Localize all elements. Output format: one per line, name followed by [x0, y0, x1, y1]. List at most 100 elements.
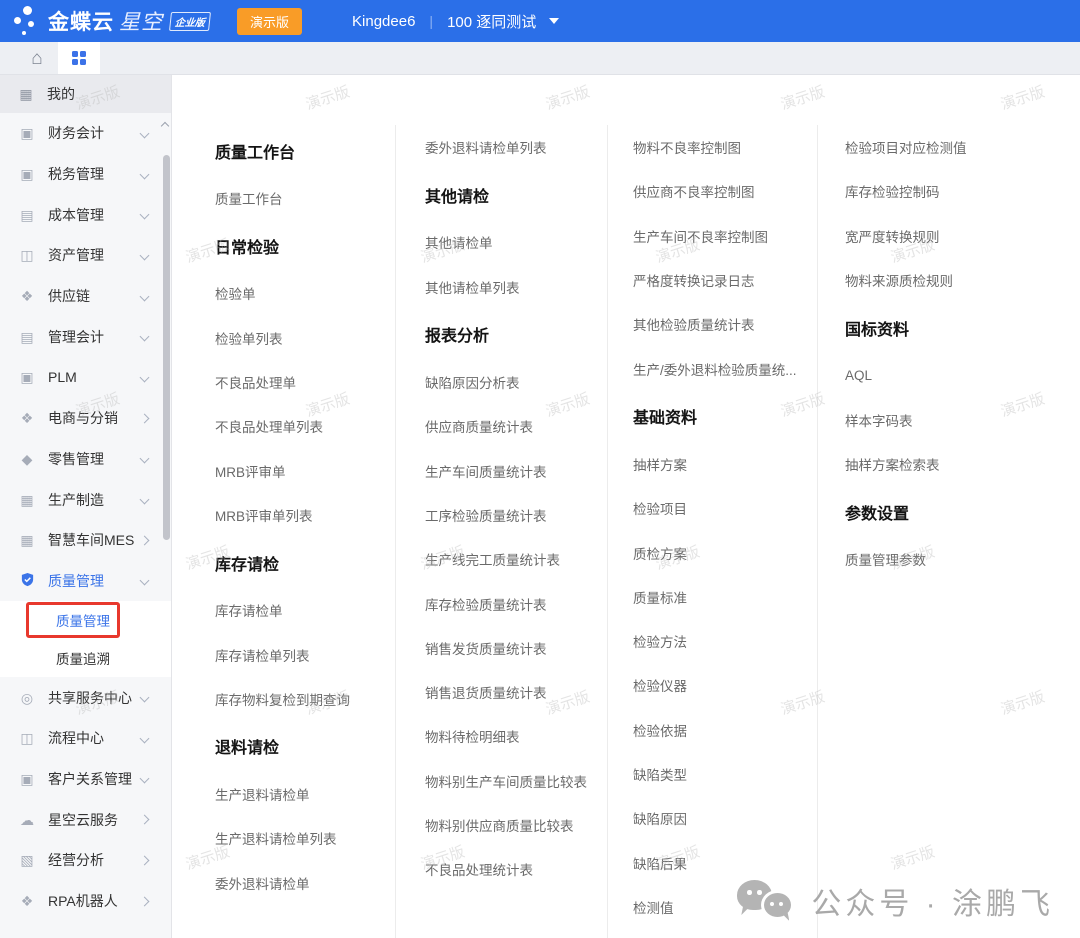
- sidebar-item-cost-management[interactable]: ▤成本管理: [0, 194, 171, 235]
- menu-item[interactable]: 生产线完工质量统计表: [425, 537, 607, 581]
- menu-item[interactable]: 质量标准: [633, 575, 817, 619]
- sidebar-item-supply-chain[interactable]: ❖供应链: [0, 276, 171, 317]
- sidebar-subitem-quality-management-sub[interactable]: 质量管理: [0, 601, 171, 639]
- menu-item[interactable]: 检验项目对应检测值: [845, 125, 1080, 169]
- sidebar-item-asset-management[interactable]: ◫资产管理: [0, 235, 171, 276]
- menu-item[interactable]: 不良品处理单: [215, 360, 395, 404]
- menu-item[interactable]: 物料待检明细表: [425, 714, 607, 758]
- menu-item[interactable]: 质检方案: [633, 530, 817, 574]
- chevron-down-icon: [140, 693, 150, 703]
- menu-item[interactable]: 检验单列表: [215, 316, 395, 360]
- tab-home[interactable]: ⌂: [16, 42, 58, 74]
- home-icon: ⌂: [31, 49, 42, 68]
- chevron-right-icon: [140, 535, 150, 545]
- organization-selector[interactable]: 100 逐同测试: [447, 11, 536, 32]
- menu-item[interactable]: 库存检验质量统计表: [425, 581, 607, 625]
- sidebar-item-shared-service-center[interactable]: ◎共享服务中心: [0, 677, 171, 718]
- rpa-robot-icon: ❖: [19, 894, 35, 908]
- tab-all-menus[interactable]: [58, 42, 100, 74]
- menu-item[interactable]: 质量管理参数: [845, 537, 1080, 581]
- menu-item[interactable]: 委外退料请检单: [215, 861, 395, 905]
- menu-item[interactable]: 不良品处理统计表: [425, 847, 607, 891]
- sidebar-item-my[interactable]: ▦ 我的: [0, 75, 171, 113]
- menu-item[interactable]: 样本字码表: [845, 397, 1080, 441]
- menu-item[interactable]: 库存请检单: [215, 588, 395, 632]
- sidebar-item-process-center[interactable]: ◫流程中心: [0, 718, 171, 759]
- menu-item[interactable]: 检验依据: [633, 708, 817, 752]
- menu-item[interactable]: 供应商不良率控制图: [633, 169, 817, 213]
- menu-item[interactable]: 检验方法: [633, 619, 817, 663]
- menu-item[interactable]: 供应商质量统计表: [425, 404, 607, 448]
- top-bar: 金蝶云 星空 企业版 演示版 Kingdee6 | 100 逐同测试: [0, 0, 1080, 42]
- sidebar-item-label: 管理会计: [48, 327, 141, 347]
- menu-item[interactable]: 物料来源质检规则: [845, 258, 1080, 302]
- menu-item[interactable]: 缺陷类型: [633, 752, 817, 796]
- logo-text-bold: 金蝶云: [48, 6, 114, 36]
- sidebar-item-production-manufacturing[interactable]: ▦生产制造: [0, 479, 171, 520]
- menu-item[interactable]: 缺陷原因分析表: [425, 360, 607, 404]
- menu-group-header: 参数设置: [845, 486, 1080, 537]
- menu-item[interactable]: 抽样方案检索表: [845, 442, 1080, 486]
- sidebar-item-tax-management[interactable]: ▣税务管理: [0, 154, 171, 195]
- menu-item[interactable]: 生产退料请检单列表: [215, 816, 395, 860]
- menu-item[interactable]: 生产车间质量统计表: [425, 448, 607, 492]
- sidebar-item-label: 成本管理: [48, 205, 141, 225]
- menu-item[interactable]: 物料别供应商质量比较表: [425, 803, 607, 847]
- menu-item[interactable]: 工序检验质量统计表: [425, 493, 607, 537]
- sidebar-item-rpa-robot[interactable]: ❖RPA机器人: [0, 881, 171, 922]
- sidebar-item-label: 我的: [47, 84, 171, 104]
- sidebar-item-label: 共享服务中心: [48, 688, 141, 708]
- menu-item[interactable]: 委外退料请检单列表: [425, 125, 607, 169]
- menu-item[interactable]: 缺陷原因: [633, 796, 817, 840]
- menu-item[interactable]: 生产车间不良率控制图: [633, 214, 817, 258]
- sidebar-item-plm[interactable]: ▣PLM: [0, 357, 171, 398]
- chevron-down-icon[interactable]: [549, 18, 559, 24]
- menu-item[interactable]: 缺陷后果: [633, 840, 817, 884]
- menu-item[interactable]: 库存物料复检到期查询: [215, 677, 395, 721]
- menu-item[interactable]: AQL: [845, 353, 1080, 397]
- menu-item[interactable]: 销售发货质量统计表: [425, 626, 607, 670]
- sidebar-item-ecommerce-distribution[interactable]: ❖电商与分销: [0, 398, 171, 439]
- sidebar-item-retail-management[interactable]: ◆零售管理: [0, 439, 171, 480]
- sidebar-subitem-label: 质量管理: [56, 610, 171, 630]
- menu-item[interactable]: 检测值: [633, 885, 817, 929]
- menu-item[interactable]: 其他请检单列表: [425, 265, 607, 309]
- sidebar-item-crm[interactable]: ▣客户关系管理: [0, 759, 171, 800]
- menu-item[interactable]: 抽样方案: [633, 442, 817, 486]
- sidebar-subitem-quality-trace[interactable]: 质量追溯: [0, 639, 171, 677]
- menu-item[interactable]: 严格度转换记录日志: [633, 258, 817, 302]
- tax-doc-icon: ▣: [19, 167, 35, 181]
- username-label[interactable]: Kingdee6: [352, 13, 415, 30]
- chevron-down-icon: [140, 128, 150, 138]
- sidebar-item-quality-management[interactable]: 质量管理: [0, 561, 171, 602]
- menu-item[interactable]: 其他检验质量统计表: [633, 302, 817, 346]
- sidebar-item-management-accounting[interactable]: ▤管理会计: [0, 316, 171, 357]
- menu-item[interactable]: 物料不良率控制图: [633, 125, 817, 169]
- menu-item[interactable]: 宽严度转换规则: [845, 214, 1080, 258]
- menu-item[interactable]: 生产退料请检单: [215, 772, 395, 816]
- menu-item[interactable]: 库存请检单列表: [215, 632, 395, 676]
- sidebar-menu: ▣财务会计▣税务管理▤成本管理◫资产管理❖供应链▤管理会计▣PLM❖电商与分销◆…: [0, 113, 171, 921]
- sidebar-item-label: 星空云服务: [48, 810, 141, 830]
- sidebar-item-business-analysis[interactable]: ▧经营分析: [0, 840, 171, 881]
- menu-item[interactable]: 其他请检单: [425, 220, 607, 264]
- menu-item[interactable]: 不良品处理单列表: [215, 404, 395, 448]
- menu-item[interactable]: 质量工作台: [215, 176, 395, 220]
- menu-item[interactable]: MRB评审单: [215, 448, 395, 492]
- menu-item[interactable]: 物料别生产车间质量比较表: [425, 759, 607, 803]
- chevron-down-icon: [140, 210, 150, 220]
- menu-group-header: 国标资料: [845, 302, 1080, 353]
- my-grid-icon: ▦: [18, 87, 34, 101]
- sidebar-item-finance-accounting[interactable]: ▣财务会计: [0, 113, 171, 154]
- menu-item[interactable]: 检验仪器: [633, 663, 817, 707]
- menu-item[interactable]: 生产/委外退料检验质量统...: [633, 346, 817, 390]
- sidebar-item-label: 电商与分销: [48, 408, 141, 428]
- menu-item[interactable]: 检验项目: [633, 486, 817, 530]
- menu-item[interactable]: 库存检验控制码: [845, 169, 1080, 213]
- menu-item[interactable]: 检验单: [215, 271, 395, 315]
- sidebar-item-smart-workshop-mes[interactable]: ▦智慧车间MES: [0, 520, 171, 561]
- menu-item[interactable]: 销售退货质量统计表: [425, 670, 607, 714]
- sidebar-item-cloud-services[interactable]: ☁星空云服务: [0, 799, 171, 840]
- menu-item[interactable]: MRB评审单列表: [215, 493, 395, 537]
- sidebar-scrollbar-thumb[interactable]: [163, 155, 170, 540]
